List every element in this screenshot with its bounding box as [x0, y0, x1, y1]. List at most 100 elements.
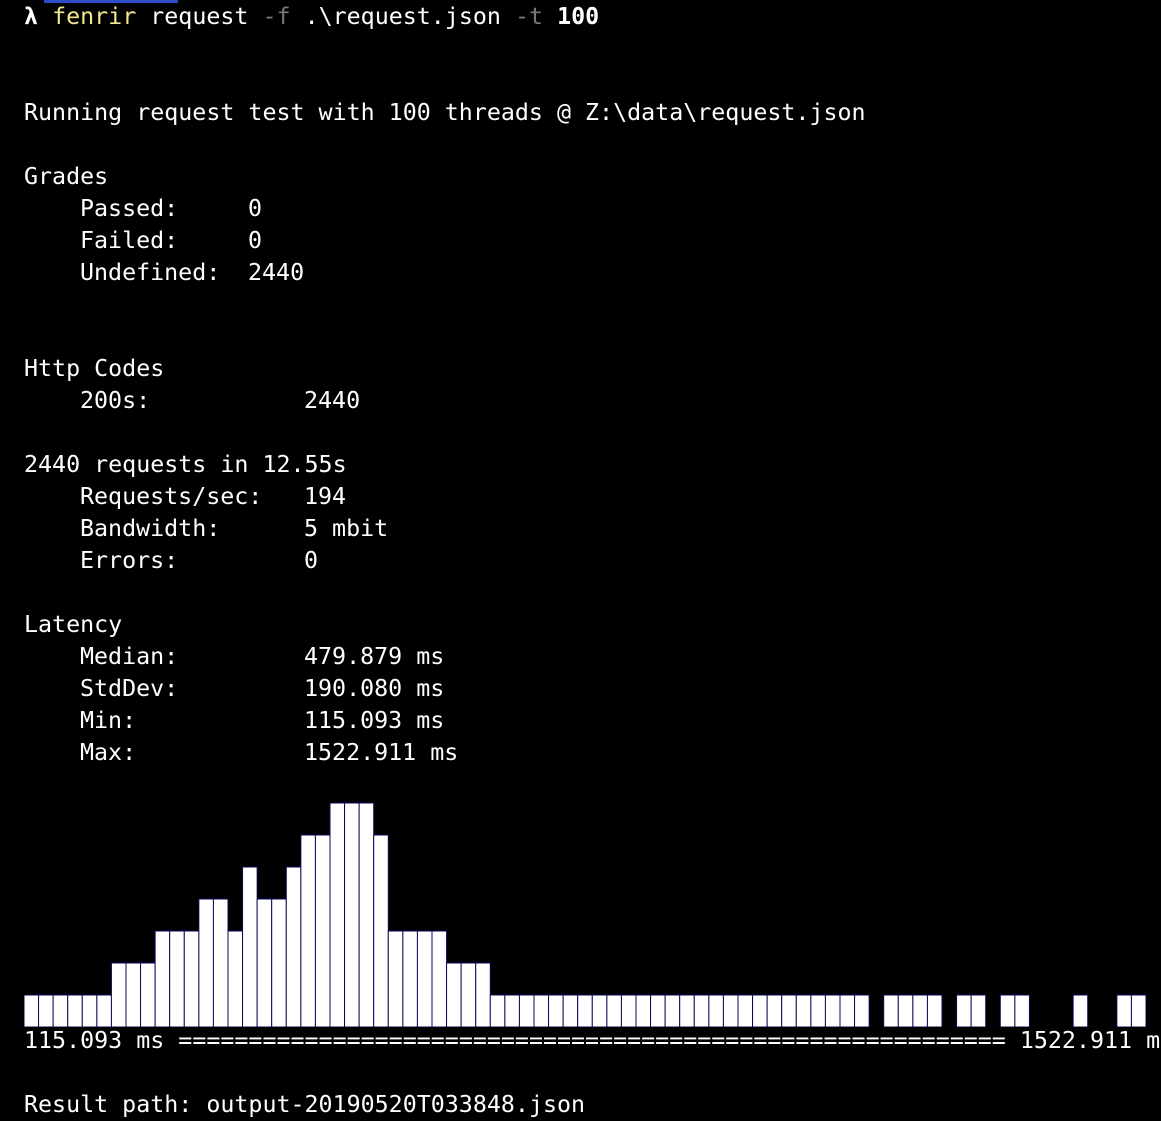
histogram-bar [533, 994, 550, 1027]
result-line: Result path: output-20190520T033848.json [24, 1089, 585, 1121]
histogram-bar [956, 994, 972, 1027]
histogram-bar [1072, 994, 1089, 1027]
status-line: Running request test with 100 threads @ … [24, 99, 866, 126]
histogram-bar [344, 802, 360, 1027]
file-flag: -f [262, 3, 291, 30]
histogram-bar [81, 994, 98, 1027]
histogram-bar [562, 994, 579, 1027]
histogram-bar [912, 994, 928, 1027]
histogram-bar [38, 994, 54, 1027]
grades-failed-value: 0 [248, 227, 263, 254]
histogram-bar [431, 930, 448, 1027]
histogram-bar [52, 994, 69, 1027]
histogram-bar [854, 994, 870, 1027]
histogram-bar [999, 994, 1016, 1027]
requests-per-sec-label: Requests/sec: [80, 483, 263, 510]
histogram-bar [489, 994, 506, 1027]
latency-heading: Latency [24, 611, 123, 638]
latency-min-label: Min: [80, 707, 137, 734]
histogram-bar [722, 994, 739, 1027]
threads-flag: -t [514, 3, 544, 30]
latency-min-value: 115.093 ms [304, 707, 445, 734]
histogram-bar [271, 898, 287, 1027]
histogram-bar [577, 994, 593, 1027]
errors-value: 0 [304, 547, 319, 574]
latency-histogram [24, 802, 1146, 1027]
histogram-max-label: 1522.911 ms [1019, 1027, 1161, 1054]
http-codes-heading: Http Codes [24, 355, 165, 382]
latency-max-value: 1522.911 ms [304, 739, 459, 766]
histogram-bar [446, 962, 462, 1027]
histogram-bar [591, 994, 608, 1027]
threads-argument: 100 [557, 3, 600, 30]
histogram-bar [504, 994, 520, 1027]
histogram-bar [96, 994, 112, 1027]
histogram-bar [883, 994, 899, 1027]
histogram-bar [1130, 994, 1146, 1027]
prompt-symbol: λ [24, 3, 39, 30]
histogram-bar [606, 994, 622, 1027]
grades-undefined-value: 2440 [248, 259, 305, 286]
histogram-bar [839, 994, 856, 1027]
latency-median-label: Median: [80, 643, 179, 670]
requests-summary: 2440 requests in 12.55s [24, 451, 347, 478]
histogram-bar [548, 994, 564, 1027]
histogram-bar [926, 994, 943, 1027]
histogram-bar [402, 930, 418, 1027]
histogram-bar [737, 994, 754, 1027]
histogram-bar [183, 930, 200, 1027]
histogram-bar [1116, 994, 1132, 1027]
histogram-bar [752, 994, 768, 1027]
latency-stddev-label: StdDev: [80, 675, 179, 702]
result-label: Result path: [24, 1091, 193, 1118]
histogram-axis: 115.093 ms =============================… [24, 1025, 1161, 1057]
histogram-bar [635, 994, 652, 1027]
histogram-bar [198, 898, 214, 1027]
bandwidth-value: 5 mbit [304, 515, 389, 542]
histogram-bar [212, 898, 229, 1027]
histogram-bar [766, 994, 783, 1027]
histogram-bar [300, 834, 316, 1027]
histogram-bar [242, 866, 258, 1027]
histogram-bar [24, 994, 40, 1027]
histogram-bar [1014, 994, 1030, 1027]
histogram-bar [227, 930, 244, 1027]
histogram-bar [387, 930, 404, 1027]
histogram-bar [154, 930, 171, 1027]
grades-passed-value: 0 [248, 195, 263, 222]
histogram-bar [169, 930, 185, 1027]
histogram-min-label: 115.093 ms [24, 1027, 165, 1054]
histogram-axis-rule: ========================================… [178, 1027, 1006, 1054]
histogram-bar [620, 994, 637, 1027]
command-line: λ fenrir request -f .\request.json -t 10… [24, 1, 599, 33]
grades-failed-label: Failed: [80, 227, 179, 254]
file-argument: .\request.json [304, 3, 501, 30]
grades-passed-label: Passed: [80, 195, 179, 222]
histogram-bar [358, 802, 375, 1027]
grades-undefined-label: Undefined: [80, 259, 221, 286]
histogram-bar [285, 866, 302, 1027]
command-subcommand: request [150, 3, 249, 30]
histogram-bar [125, 962, 142, 1027]
histogram-bar [67, 994, 83, 1027]
histogram-bar [650, 994, 666, 1027]
command-program: fenrir [52, 3, 137, 30]
latency-median-value: 479.879 ms [304, 643, 445, 670]
result-path: output-20190520T033848.json [206, 1091, 586, 1118]
histogram-bar [824, 994, 841, 1027]
http-200s-value: 2440 [304, 387, 361, 414]
histogram-bar [708, 994, 724, 1027]
errors-label: Errors: [80, 547, 179, 574]
histogram-bar [897, 994, 914, 1027]
histogram-bar [518, 994, 535, 1027]
histogram-bar [416, 930, 433, 1027]
http-200s-label: 200s: [80, 387, 151, 414]
bandwidth-label: Bandwidth: [80, 515, 221, 542]
histogram-bar [475, 962, 491, 1027]
latency-max-label: Max: [80, 739, 137, 766]
histogram-bar [460, 962, 477, 1027]
grades-heading: Grades [24, 163, 109, 190]
histogram-bar [693, 994, 710, 1027]
histogram-bar [140, 962, 156, 1027]
histogram-bar [810, 994, 826, 1027]
